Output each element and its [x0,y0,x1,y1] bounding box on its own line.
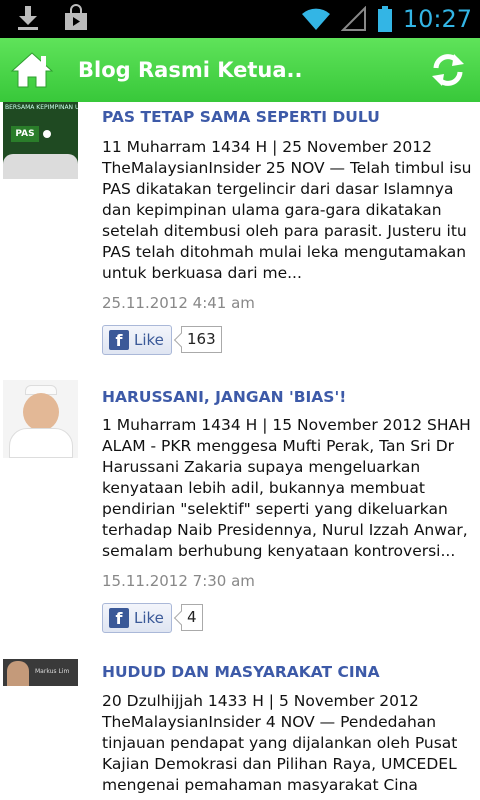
battery-icon [377,6,392,32]
thumbnail-caption: Markus Lim [35,668,70,675]
action-bar: Blog Rasmi Ketua.. [0,38,480,102]
like-count: 4 [181,604,203,631]
post-thumbnail: BERSAMA KEPIMPINAN ULAMA PAS [3,102,78,179]
clock: 10:27 [402,5,472,33]
signal-icon [340,6,366,31]
wifi-icon [301,8,330,30]
facebook-like-button[interactable]: f Like [102,325,172,355]
thumbnail-caption: BERSAMA KEPIMPINAN ULAMA [5,104,78,111]
post-title[interactable]: HUDUD DAN MASYARAKAT CINA [102,663,472,681]
facebook-icon: f [109,330,129,350]
facebook-like-button[interactable]: f Like [102,603,172,633]
post-thumbnail: Markus Lim [3,659,78,686]
post-date: 25.11.2012 4:41 am [102,294,255,312]
app-title: Blog Rasmi Ketua.. [78,58,303,82]
post-excerpt: 11 Muharram 1434 H | 25 November 2012 Th… [102,138,472,282]
post-excerpt: 1 Muharram 1434 H | 15 November 2012 SHA… [102,416,471,560]
pas-logo: PAS [11,126,39,142]
post-item[interactable]: HARUSSANI, JANGAN 'BIAS'! 1 Muharram 143… [0,380,480,650]
like-label: Like [134,609,164,627]
post-date: 15.11.2012 7:30 am [102,572,255,590]
download-icon [18,6,38,30]
post-title[interactable]: HARUSSANI, JANGAN 'BIAS'! [102,388,472,406]
post-title[interactable]: PAS TETAP SAMA SEPERTI DULU [102,108,472,126]
post-list: BERSAMA KEPIMPINAN ULAMA PAS PAS TETAP S… [0,102,480,800]
status-bar: 10:27 [0,0,480,38]
refresh-icon[interactable] [428,50,468,90]
post-item[interactable]: Markus Lim HUDUD DAN MASYARAKAT CINA 20 … [0,658,480,800]
home-icon[interactable] [10,50,54,90]
post-excerpt: 20 Dzulhijjah 1433 H | 5 November 2012 T… [102,692,458,794]
shopping-bag-icon [65,4,87,30]
like-label: Like [134,331,164,349]
post-item[interactable]: BERSAMA KEPIMPINAN ULAMA PAS PAS TETAP S… [0,102,480,372]
like-count: 163 [181,326,222,353]
post-thumbnail [3,380,78,458]
facebook-icon: f [109,608,129,628]
